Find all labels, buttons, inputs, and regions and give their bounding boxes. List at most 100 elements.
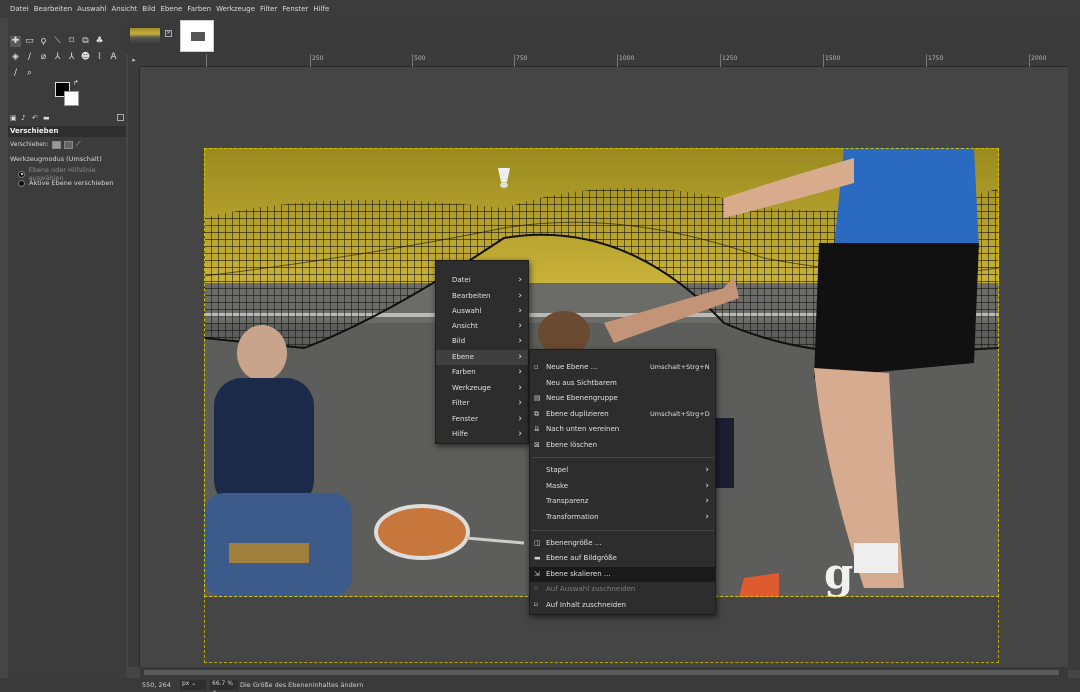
ctx-item-hilfe[interactable]: Hilfe › [436, 427, 528, 442]
undo-history-tab-icon[interactable]: ↶ [32, 114, 40, 122]
menu-ebene[interactable]: Ebene [160, 5, 182, 13]
menu-bild[interactable]: Bild [142, 5, 155, 13]
images-tab-icon[interactable]: ▬ [43, 114, 51, 122]
airbrush-icon[interactable]: ⅄ [52, 52, 63, 63]
menu-bearbeiten[interactable]: Bearbeiten [34, 5, 72, 13]
color-picker-icon[interactable]: ∕ [10, 68, 21, 79]
scale-layer-item[interactable]: ⇲ Ebene skalieren ... [530, 567, 715, 582]
clone-icon[interactable]: ⅄ [66, 52, 77, 63]
delete-layer-item[interactable]: ⊠ Ebene löschen [530, 438, 715, 453]
new-layer-item[interactable]: ▫ Neue Ebene ... Umschalt+Strg+N [530, 360, 715, 375]
move-tool-icon[interactable]: ✚ [10, 36, 21, 47]
fg-bg-colors[interactable]: ↱ [55, 79, 81, 108]
menu-werkzeuge[interactable]: Werkzeuge [216, 5, 255, 13]
background-color[interactable] [64, 91, 79, 106]
menu-hilfe[interactable]: Hilfe [313, 5, 329, 13]
ctx-item-fenster[interactable]: Fenster › [436, 412, 528, 427]
ctx-item-auswahl[interactable]: Auswahl › [436, 304, 528, 319]
move-label: Verschieben: [10, 141, 49, 148]
paintbrush-icon[interactable]: ∕ [24, 52, 35, 63]
horizontal-scrollbar[interactable] [140, 667, 1068, 678]
bucket-fill-icon[interactable]: ◈ [10, 52, 21, 63]
radio-move-active[interactable]: Aktive Ebene verschieben [18, 179, 114, 187]
horizontal-ruler[interactable]: 250 500 750 1000 1250 1500 1750 2000 [140, 54, 1068, 67]
path-icon[interactable]: ⌇ [94, 52, 105, 63]
unit-value: px [182, 680, 190, 687]
ctx-label: Ansicht [452, 322, 478, 330]
tool-options-tab-icon[interactable]: ▣ [10, 114, 18, 122]
ctx-item-werkzeuge[interactable]: Werkzeuge › [436, 381, 528, 396]
ruler-corner[interactable]: ▸ [128, 54, 140, 67]
menu-filter[interactable]: Filter [260, 5, 277, 13]
zoom-icon[interactable]: ⌕ [24, 68, 35, 79]
ctx-item-filter[interactable]: Filter › [436, 396, 528, 411]
eraser-icon[interactable]: ⌀ [38, 52, 49, 63]
item-shortcut: Umschalt+Strg+D [650, 410, 710, 418]
new-layer-group-item[interactable]: ▤ Neue Ebenengruppe [530, 391, 715, 406]
ctx-label: Ebene [452, 353, 474, 361]
menubar: Datei Bearbeiten Auswahl Ansicht Bild Eb… [0, 0, 1080, 18]
merge-down-item[interactable]: ⇊ Nach unten vereinen [530, 422, 715, 437]
scale-layer-icon: ⇲ [534, 570, 540, 578]
ruler-label: 1500 [825, 55, 841, 62]
duplicate-layer-item[interactable]: ⧉ Ebene duplizieren Umschalt+Strg+D [530, 407, 715, 422]
stack-item[interactable]: Stapel › [530, 463, 715, 478]
ctx-item-bearbeiten[interactable]: Bearbeiten › [436, 289, 528, 304]
chevron-right-icon: › [518, 352, 522, 362]
crop-to-content-item[interactable]: ⌑ Auf Inhalt zuschneiden [530, 598, 715, 613]
smudge-icon[interactable]: ☻ [80, 52, 91, 63]
scrollbar-knob[interactable] [144, 670, 1059, 675]
image-thumbnail-2[interactable] [180, 20, 214, 52]
menu-farben[interactable]: Farben [187, 5, 211, 13]
ctx-label: Filter [452, 399, 470, 407]
ctx-item-datei[interactable]: Datei › [436, 273, 528, 288]
ctx-item-ebene[interactable]: Ebene › [436, 350, 528, 365]
zoom-value: 66.7 % [212, 680, 233, 687]
dock-menu-icon[interactable] [117, 114, 124, 121]
move-path-icon[interactable]: ⟋ [76, 140, 81, 149]
vertical-ruler[interactable] [128, 67, 140, 667]
toolbox: ✚ ▭ ϙ ⟍ ⌑ ⧉ ♣ ◈ ∕ ⌀ ⅄ ⅄ ☻ ⌇ A ∕ ⌕ ↱ ▣ ♪ … [8, 18, 126, 692]
fuzzy-select-icon[interactable]: ⟍ [52, 36, 63, 47]
device-status-tab-icon[interactable]: ♪ [21, 114, 29, 122]
zoom-select[interactable]: 66.7 % ⌄ [210, 680, 238, 692]
statusbar: 550, 264 px ⌄ 66.7 % ⌄ Die Größe des Ebe… [0, 678, 1080, 692]
mask-item[interactable]: Maske › [530, 479, 715, 494]
layer-to-image-icon: ▬ [534, 554, 541, 562]
layer-size-item[interactable]: ◫ Ebenengröße ... [530, 536, 715, 551]
transparency-item[interactable]: Transparenz › [530, 494, 715, 509]
transformation-item[interactable]: Transformation › [530, 510, 715, 525]
warp-icon[interactable]: ♣ [94, 36, 105, 47]
new-from-visible-item[interactable]: Neu aus Sichtbarem [530, 376, 715, 391]
ctx-item-ansicht[interactable]: Ansicht › [436, 319, 528, 334]
item-label: Auf Inhalt zuschneiden [546, 601, 626, 609]
lasso-icon[interactable]: ϙ [38, 36, 49, 47]
merge-down-icon: ⇊ [534, 425, 540, 433]
radio-dot[interactable] [18, 179, 25, 187]
image-tab-close-icon[interactable]: × [165, 30, 172, 37]
crop-to-selection-item[interactable]: ⌑ Auf Auswahl zuschneiden [530, 582, 715, 597]
ctx-item-farben[interactable]: Farben › [436, 365, 528, 380]
crop-icon[interactable]: ⌑ [66, 36, 77, 47]
move-type-row: Verschieben: ⟋ [10, 140, 81, 149]
rect-select-icon[interactable]: ▭ [24, 36, 35, 47]
menu-auswahl[interactable]: Auswahl [77, 5, 106, 13]
radio-dot[interactable] [18, 170, 25, 178]
ctx-item-bild[interactable]: Bild › [436, 334, 528, 349]
item-label: Stapel [546, 466, 569, 474]
item-label: Ebene löschen [546, 441, 598, 449]
unified-transform-icon[interactable]: ⧉ [80, 36, 91, 47]
swap-colors-icon[interactable]: ↱ [73, 79, 79, 87]
move-selection-button[interactable] [63, 140, 73, 149]
image-thumbnail-1[interactable] [130, 28, 160, 44]
tool-row-2: ◈ ∕ ⌀ ⅄ ⅄ ☻ ⌇ A [10, 52, 119, 63]
menu-ansicht[interactable]: Ansicht [111, 5, 137, 13]
menu-datei[interactable]: Datei [10, 5, 29, 13]
unit-select[interactable]: px ⌄ [180, 680, 206, 690]
chevron-right-icon: › [518, 336, 522, 346]
layer-to-image-size-item[interactable]: ▬ Ebene auf Bildgröße [530, 551, 715, 566]
text-tool-icon[interactable]: A [108, 52, 119, 63]
menu-fenster[interactable]: Fenster [282, 5, 308, 13]
chevron-right-icon: › [518, 414, 522, 424]
move-layer-button[interactable] [51, 140, 61, 149]
